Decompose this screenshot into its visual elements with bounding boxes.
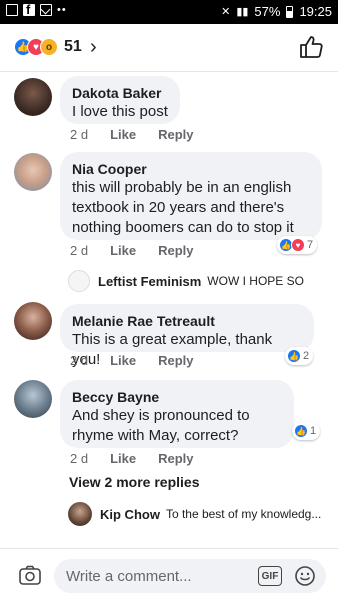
reply-author[interactable]: Leftist Feminism [98,274,201,289]
comment-time: 2 d [70,353,89,368]
comment-author[interactable]: Melanie Rae Tetreault [72,312,302,330]
comment-reaction-count: 1 [310,425,317,437]
reaction-count[interactable]: 51 [64,38,82,56]
reply-button[interactable]: Reply [158,243,193,258]
avatar[interactable] [68,270,90,292]
reply-text: WOW I HOPE SO [207,274,304,288]
mute-icon: ✕ [221,6,231,18]
comment-author[interactable]: Beccy Bayne [72,388,282,406]
emoji-icon[interactable] [294,565,316,587]
like-thumb-icon[interactable] [298,34,324,60]
comment-reactions-badge[interactable]: 👍 1 [292,422,321,440]
more-notifications-icon: •• [57,4,67,16]
avatar[interactable] [68,502,92,526]
comment-bubble: Melanie Rae Tetreault This is a great ex… [60,304,314,368]
comment-actions: 2 d Like Reply [70,243,194,258]
status-system: ✕ ▮▮ 57% 19:25 [221,4,332,19]
comment-reactions-badge[interactable]: 👍 ♥ 7 [277,236,318,254]
comment-actions: 2 d Like Reply [70,451,194,466]
status-bar: •• ✕ ▮▮ 57% 19:25 [0,0,338,24]
camera-icon[interactable] [18,563,42,587]
reply-button[interactable]: Reply [158,353,193,368]
comment-reaction-count: 2 [303,350,310,362]
avatar[interactable] [14,153,52,191]
like-button[interactable]: Like [110,127,136,142]
like-button[interactable]: Like [110,243,136,258]
avatar[interactable] [14,380,52,418]
reply-button[interactable]: Reply [158,127,193,142]
reply-author[interactable]: Kip Chow [100,507,160,522]
reactions-header: 👍 ♥ o 51 › [0,24,338,72]
like-button[interactable]: Like [110,451,136,466]
gallery-notification-icon [6,4,18,16]
avatar[interactable] [14,78,52,116]
facebook-notification-icon [23,2,35,17]
comment-reactions-badge[interactable]: 👍 2 [285,347,314,365]
view-more-replies-link[interactable]: View 2 more replies [69,474,199,490]
battery-percent: 57% [254,4,281,19]
status-notifications: •• [6,2,67,17]
reply-button[interactable]: Reply [158,451,193,466]
comment-input-box[interactable]: GIF [54,559,326,593]
chevron-right-icon[interactable]: › [90,36,97,59]
like-button[interactable]: Like [110,353,136,368]
comment-author[interactable]: Nia Cooper [72,160,310,178]
like-reaction-icon: 👍 [294,424,308,438]
reply-text: To the best of my knowledg... [165,507,322,521]
reaction-icons[interactable]: 👍 ♥ o [14,38,58,56]
comment-text: this will probably be in an english text… [72,179,294,236]
comment-time: 2 d [70,127,89,142]
comment-text: And shey is pronounced to rhyme with May… [72,407,250,444]
mail-notification-icon [40,4,52,16]
comment-actions: 2 d Like Reply [70,353,194,368]
comment-composer: GIF [0,548,338,600]
comment-time: 2 d [70,243,89,258]
reply-preview[interactable]: Leftist Feminism WOW I HOPE SO [68,270,328,292]
comment-bubble: Dakota Baker I love this post [60,76,180,124]
comment-bubble: Beccy Bayne And shey is pronounced to rh… [60,380,294,448]
comment-reaction-count: 7 [307,239,314,251]
reply-preview[interactable]: Kip Chow To the best of my knowledg... [68,502,330,526]
comment-author[interactable]: Dakota Baker [72,84,168,102]
comment-actions: 2 d Like Reply [70,127,194,142]
clock: 19:25 [299,4,332,19]
wow-reaction-icon: o [40,38,58,56]
comment-time: 2 d [70,451,89,466]
comment-bubble: Nia Cooper this will probably be in an e… [60,152,322,240]
comment-text: I love this post [72,103,168,120]
love-reaction-icon: ♥ [291,238,305,252]
avatar[interactable] [14,302,52,340]
gif-button[interactable]: GIF [258,566,282,586]
battery-icon [286,5,294,18]
comment-input[interactable] [66,559,246,593]
like-reaction-icon: 👍 [287,349,301,363]
signal-icon: ▮▮ [236,6,249,18]
